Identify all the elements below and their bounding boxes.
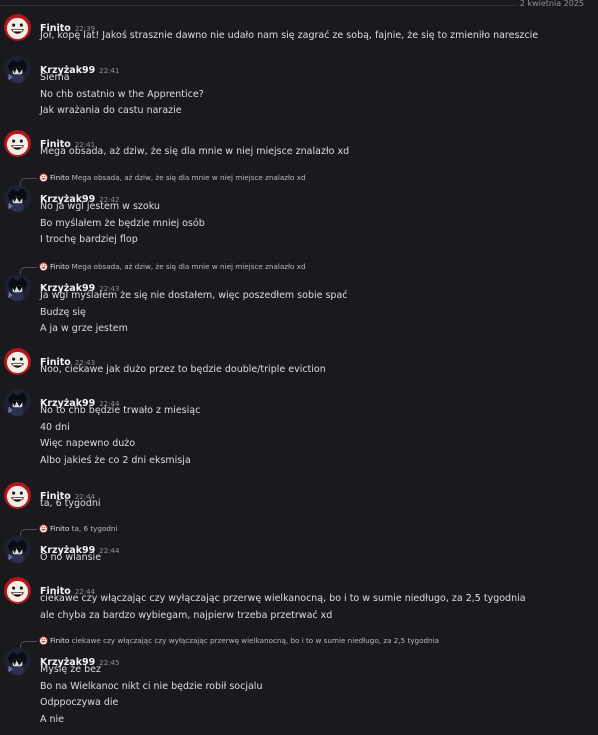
message-text: O no wlansie [40, 552, 102, 563]
message-header: Finito 22:43 [40, 350, 95, 368]
date-divider: 2 kwietnia 2025 [0, 0, 598, 12]
chat-message-list: 2 kwietnia 2025 Finito 22:39 Joł, kopę lat… [0, 0, 598, 735]
reply-avatar-icon [39, 636, 48, 645]
message-text: No to chb będzie trwało z miesiąc [40, 405, 201, 416]
message-text: 40 dni [40, 421, 70, 433]
timestamp: 22:44 [99, 547, 120, 555]
message-text: I trochę bardziej flop [40, 234, 138, 245]
dark-anime-avatar-icon[interactable] [4, 185, 31, 212]
timestamp: 22:41 [99, 67, 120, 75]
message-header: Krzyżak99 22:42 [40, 187, 119, 205]
message-text: Mega obsada, aż dziw, że się dla mnie w … [40, 146, 350, 157]
message-header: Finito 22:44 [40, 579, 95, 597]
message-text: ale chyba za bardzo wybiegam, najpierw t… [40, 609, 333, 621]
message-text: No chb ostatnio w the Apprentice? [40, 88, 204, 100]
message-header: Krzyżak99 22:41 [40, 58, 120, 76]
message-text: Noo, ciekawe jak dużo przez to będzie do… [40, 364, 326, 375]
smiley-face-icon[interactable] [4, 348, 31, 375]
smiley-face-icon[interactable] [4, 130, 31, 157]
message-header: Krzyżak99 22:43 [40, 276, 119, 294]
divider-line [0, 5, 518, 6]
message-text: Joł, kopę lat! Jakoś strasznie dawno nie… [40, 30, 539, 41]
dark-anime-avatar-icon[interactable] [4, 536, 31, 563]
reply-author: Finito [50, 173, 70, 182]
reply-preview[interactable]: Finito Mega obsada, aż dziw, że się dla … [20, 262, 306, 277]
message-text: A nie [40, 713, 65, 725]
message-text: Bo na Wielkanoc nikt ci nie będzie robił… [40, 680, 263, 692]
message-text: A ja w grze jestem [40, 323, 128, 334]
message-text: Więc napewno dużo [40, 438, 136, 449]
reply-author: Finito [50, 636, 70, 645]
reply-text: Mega obsada, aż dziw, że się dla mnie w … [69, 173, 306, 182]
reply-preview[interactable]: Finito Mega obsada, aż dziw, że się dla … [20, 173, 306, 188]
reply-preview[interactable]: Finito ta, 6 tygodni [20, 524, 118, 539]
smiley-face-icon[interactable] [4, 577, 31, 604]
message-text: No ja wgl jestem w szoku [40, 201, 160, 212]
message-text: ta, 6 tygodni [40, 498, 101, 509]
dark-anime-avatar-icon[interactable] [4, 389, 31, 416]
message-text: Bo myślałem że będzie mniej osób [40, 217, 205, 229]
message-header: Finito 22:41 [40, 132, 95, 150]
smiley-face-icon[interactable] [4, 14, 31, 41]
message-text: Myślę że bez [40, 664, 101, 675]
message-header: Finito 22:44 [40, 484, 95, 502]
dark-anime-avatar-icon[interactable] [4, 648, 31, 675]
reply-text: Mega obsada, aż dziw, że się dla mnie w … [69, 262, 306, 271]
message-header: Krzyżak99 22:44 [40, 538, 120, 556]
message-header: Krzyżak99 22:45 [40, 650, 120, 668]
reply-author: Finito [50, 262, 70, 271]
reply-avatar-icon [39, 173, 48, 182]
reply-preview[interactable]: Finito ciekawe czy włączając czy wyłącza… [20, 636, 440, 651]
message-text: Odppoczywa die [40, 697, 119, 708]
date-divider-label: 2 kwietnia 2025 [519, 0, 584, 8]
reply-text: ciekawe czy włączając czy wyłączając prz… [69, 636, 440, 645]
message-header: Finito 22:39 [40, 16, 95, 34]
message-text: Ja wgl myślałem że się nie dostałem, wię… [40, 290, 348, 301]
message-text: Jak wrażania do castu narazie [40, 105, 182, 116]
dark-anime-avatar-icon[interactable] [4, 274, 31, 301]
dark-anime-avatar-icon[interactable] [4, 56, 31, 83]
message-text: Budzę się [40, 306, 86, 318]
reply-text: ta, 6 tygodni [69, 524, 118, 533]
message-text: ciekawe czy włączając czy wyłączając prz… [40, 593, 526, 604]
reply-author: Finito [50, 524, 70, 533]
message-text: Albo jakieś że co 2 dni eksmisja [40, 454, 191, 466]
message-header: Krzyżak99 22:44 [40, 391, 119, 409]
reply-avatar-icon [39, 262, 48, 271]
message-text: Siema [40, 72, 70, 83]
timestamp: 22:45 [99, 659, 120, 667]
reply-avatar-icon [39, 524, 48, 533]
smiley-face-icon[interactable] [4, 482, 31, 509]
